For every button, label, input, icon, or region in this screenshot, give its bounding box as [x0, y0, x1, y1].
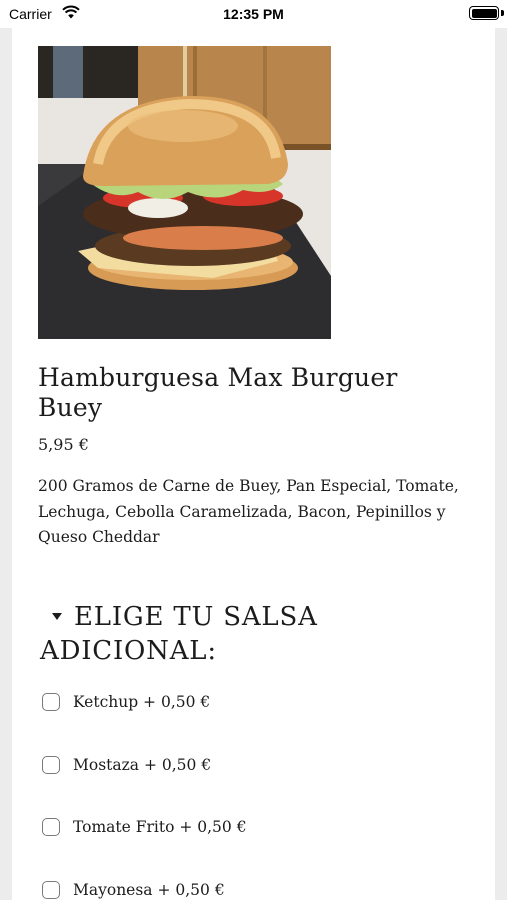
- burger-photo: [38, 46, 331, 339]
- mostaza-checkbox[interactable]: [42, 755, 60, 774]
- mayonesa-label: Mayonesa + 0,50 €: [73, 880, 225, 899]
- disclosure-triangle-icon: [52, 612, 62, 620]
- status-bar: Carrier 12:35 PM: [0, 0, 507, 28]
- tomate-frito-label: Tomate Frito + 0,50 €: [73, 818, 247, 836]
- product-description: 200 Gramos de Carne de Buey, Pan Especia…: [38, 477, 459, 546]
- ketchup-label: Ketchup + 0,50 €: [73, 693, 211, 711]
- sauce-options-list: Ketchup + 0,50 € Mostaza + 0,50 € Tomate…: [40, 688, 480, 900]
- product-image: [38, 46, 331, 339]
- sauce-section-toggle[interactable]: ELIGE TU SALSA ADICIONAL:: [40, 600, 460, 668]
- ketchup-checkbox[interactable]: [42, 693, 60, 711]
- product-title: Hamburguesa Max Burguer Buey: [38, 363, 398, 422]
- sauce-option-mayonesa[interactable]: Mayonesa + 0,50 €: [40, 876, 480, 900]
- mayonesa-checkbox[interactable]: [42, 880, 60, 899]
- sauce-option-ketchup[interactable]: Ketchup + 0,50 €: [40, 688, 480, 751]
- status-time: 12:35 PM: [223, 6, 284, 22]
- product-page: Hamburguesa Max Burguer Buey 5,95 € 200 …: [12, 28, 495, 900]
- sauce-option-tomate-frito[interactable]: Tomate Frito + 0,50 €: [40, 813, 480, 876]
- battery-icon: [469, 6, 499, 20]
- battery-tip: [501, 10, 504, 16]
- product-price: 5,95 €: [38, 435, 89, 454]
- sauce-option-mostaza[interactable]: Mostaza + 0,50 €: [40, 751, 480, 814]
- sauce-section-title: ELIGE TU SALSA ADICIONAL:: [40, 602, 318, 666]
- tomate-frito-checkbox[interactable]: [42, 818, 60, 836]
- mostaza-label: Mostaza + 0,50 €: [73, 755, 212, 774]
